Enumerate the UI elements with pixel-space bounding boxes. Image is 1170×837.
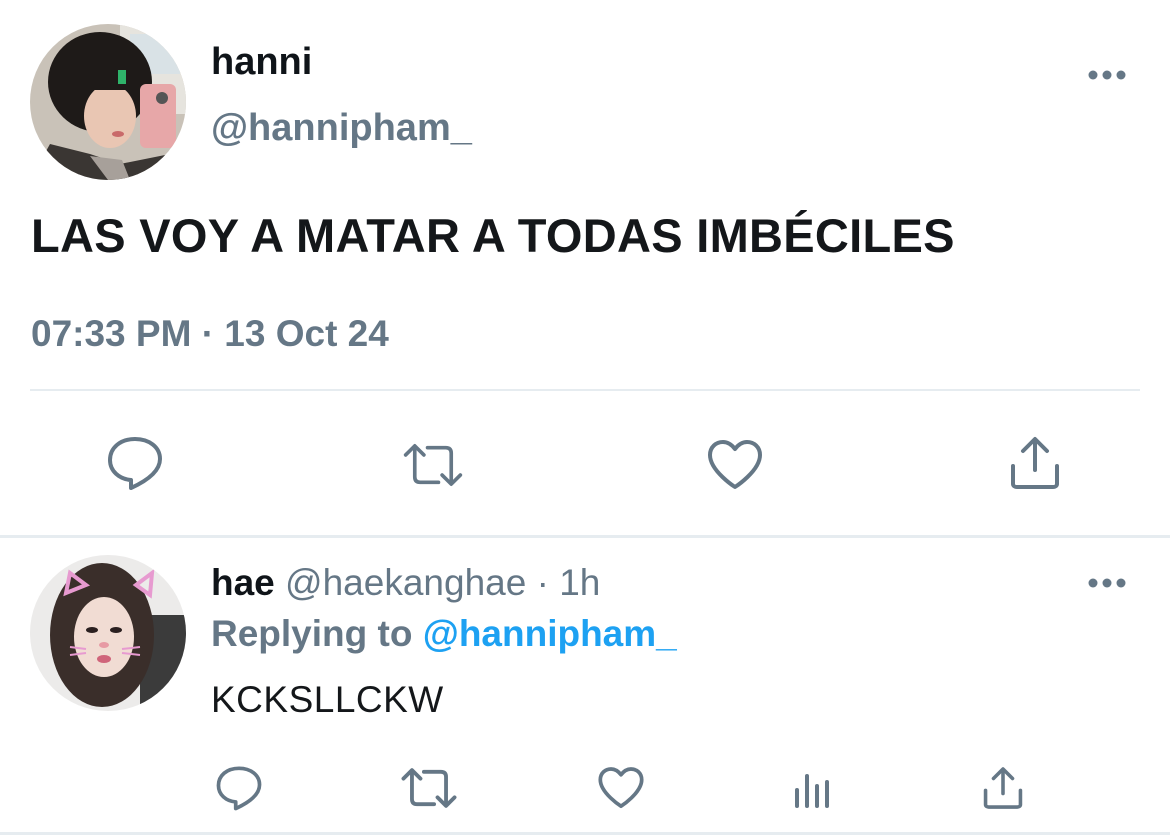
analytics-bars-icon bbox=[795, 774, 829, 808]
reply-header: hae @haekanghae · 1h bbox=[211, 561, 600, 605]
reply-button[interactable] bbox=[104, 432, 166, 494]
divider bbox=[0, 832, 1170, 835]
like-button[interactable] bbox=[590, 757, 652, 819]
reply-time[interactable]: 1h bbox=[559, 562, 600, 603]
like-button[interactable] bbox=[704, 434, 766, 496]
share-upload-icon bbox=[1011, 437, 1059, 489]
comment-bubble-icon bbox=[108, 437, 162, 490]
share-upload-icon bbox=[983, 767, 1023, 809]
replying-to-label: Replying to bbox=[211, 613, 413, 654]
main-author-handle[interactable]: @hannipham_ bbox=[211, 106, 472, 150]
heart-icon bbox=[598, 767, 644, 809]
tweet-thread: hanni @hannipham_ LAS VOY A MATAR A TODA… bbox=[0, 0, 1170, 837]
analytics-button[interactable] bbox=[781, 757, 843, 819]
reply-text: KCKSLLCKW bbox=[211, 679, 444, 720]
divider bbox=[30, 389, 1140, 391]
more-options-icon[interactable] bbox=[1086, 572, 1128, 594]
main-author-avatar[interactable] bbox=[30, 24, 186, 180]
separator-dot: · bbox=[536, 562, 549, 603]
retweet-button[interactable] bbox=[402, 434, 464, 496]
tweet-timestamp[interactable]: 07:33 PM · 13 Oct 24 bbox=[31, 312, 389, 356]
reply-button[interactable] bbox=[208, 757, 270, 819]
comment-bubble-icon bbox=[216, 766, 262, 811]
retweet-icon bbox=[401, 768, 457, 808]
reply-author-avatar[interactable] bbox=[30, 555, 186, 711]
share-button[interactable] bbox=[1004, 432, 1066, 494]
retweet-button[interactable] bbox=[398, 757, 460, 819]
heart-icon bbox=[708, 440, 762, 489]
reply-author-name[interactable]: hae bbox=[211, 562, 275, 603]
tweet-text: LAS VOY A MATAR A TODAS IMBÉCILES bbox=[31, 209, 955, 262]
retweet-icon bbox=[403, 444, 463, 486]
replying-to-line: Replying to @hannipham_ bbox=[211, 612, 677, 656]
replying-to-handle[interactable]: @hannipham_ bbox=[423, 613, 677, 654]
main-author-name[interactable]: hanni bbox=[211, 40, 312, 84]
divider bbox=[0, 535, 1170, 538]
share-button[interactable] bbox=[972, 757, 1034, 819]
more-options-icon[interactable] bbox=[1086, 64, 1128, 86]
reply-author-handle[interactable]: @haekanghae bbox=[285, 562, 526, 603]
